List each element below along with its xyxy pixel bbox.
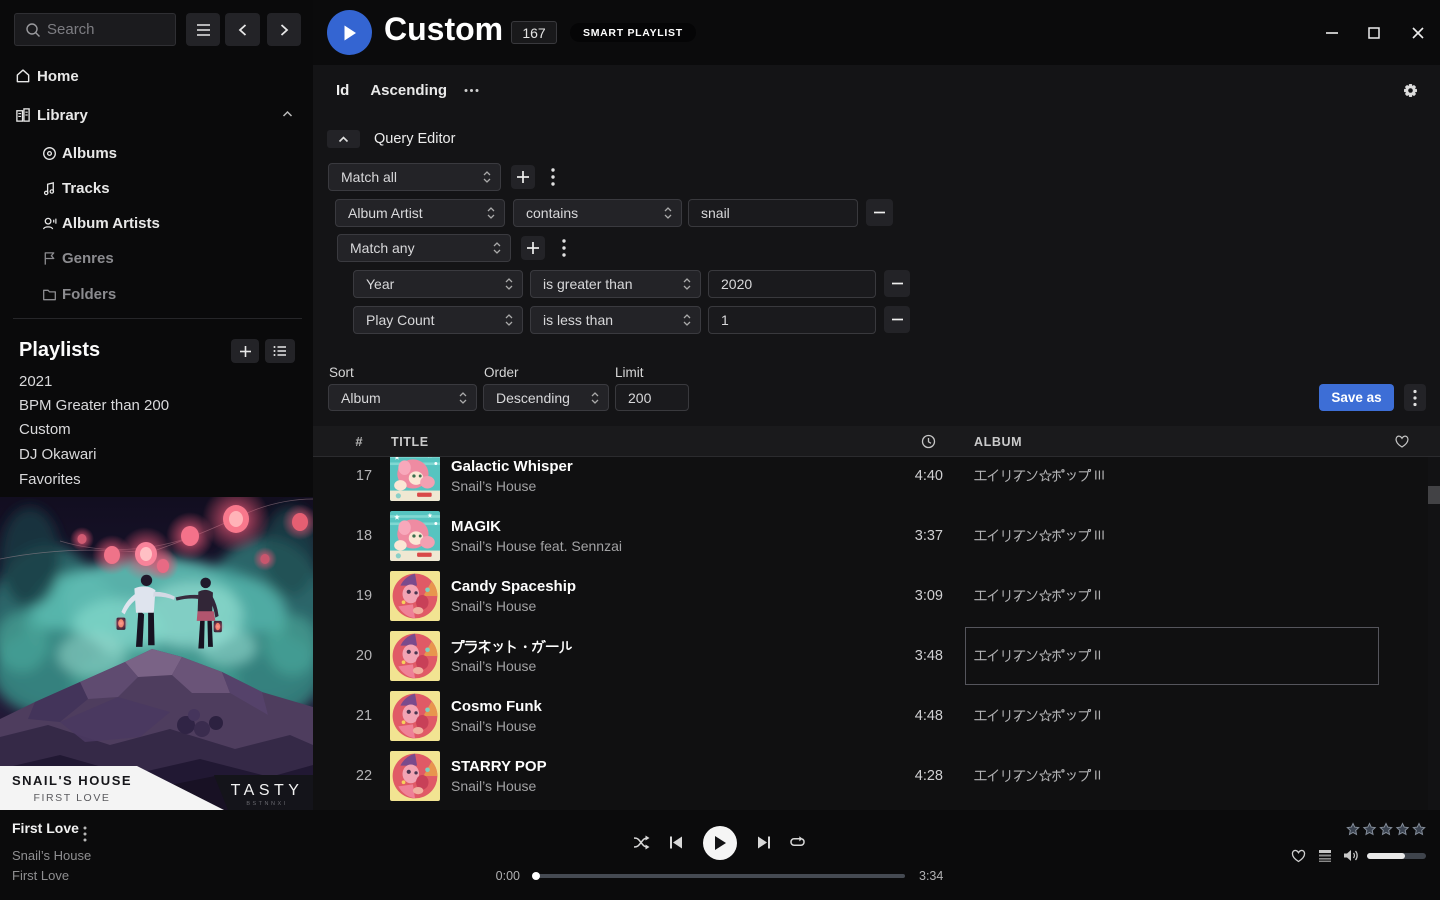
svg-text:II: II — [1094, 709, 1101, 723]
svg-text:BSTNNXI: BSTNNXI — [246, 801, 287, 807]
svg-text:II: II — [1094, 769, 1101, 783]
svg-text:II: II — [1094, 589, 1101, 603]
svg-text:SNAIL'S HOUSE: SNAIL'S HOUSE — [12, 773, 132, 788]
svg-text:TASTY: TASTY — [231, 782, 304, 799]
svg-text:FIRST LOVE: FIRST LOVE — [33, 792, 110, 804]
svg-text:III: III — [1094, 469, 1105, 483]
svg-text:III: III — [1094, 529, 1105, 543]
